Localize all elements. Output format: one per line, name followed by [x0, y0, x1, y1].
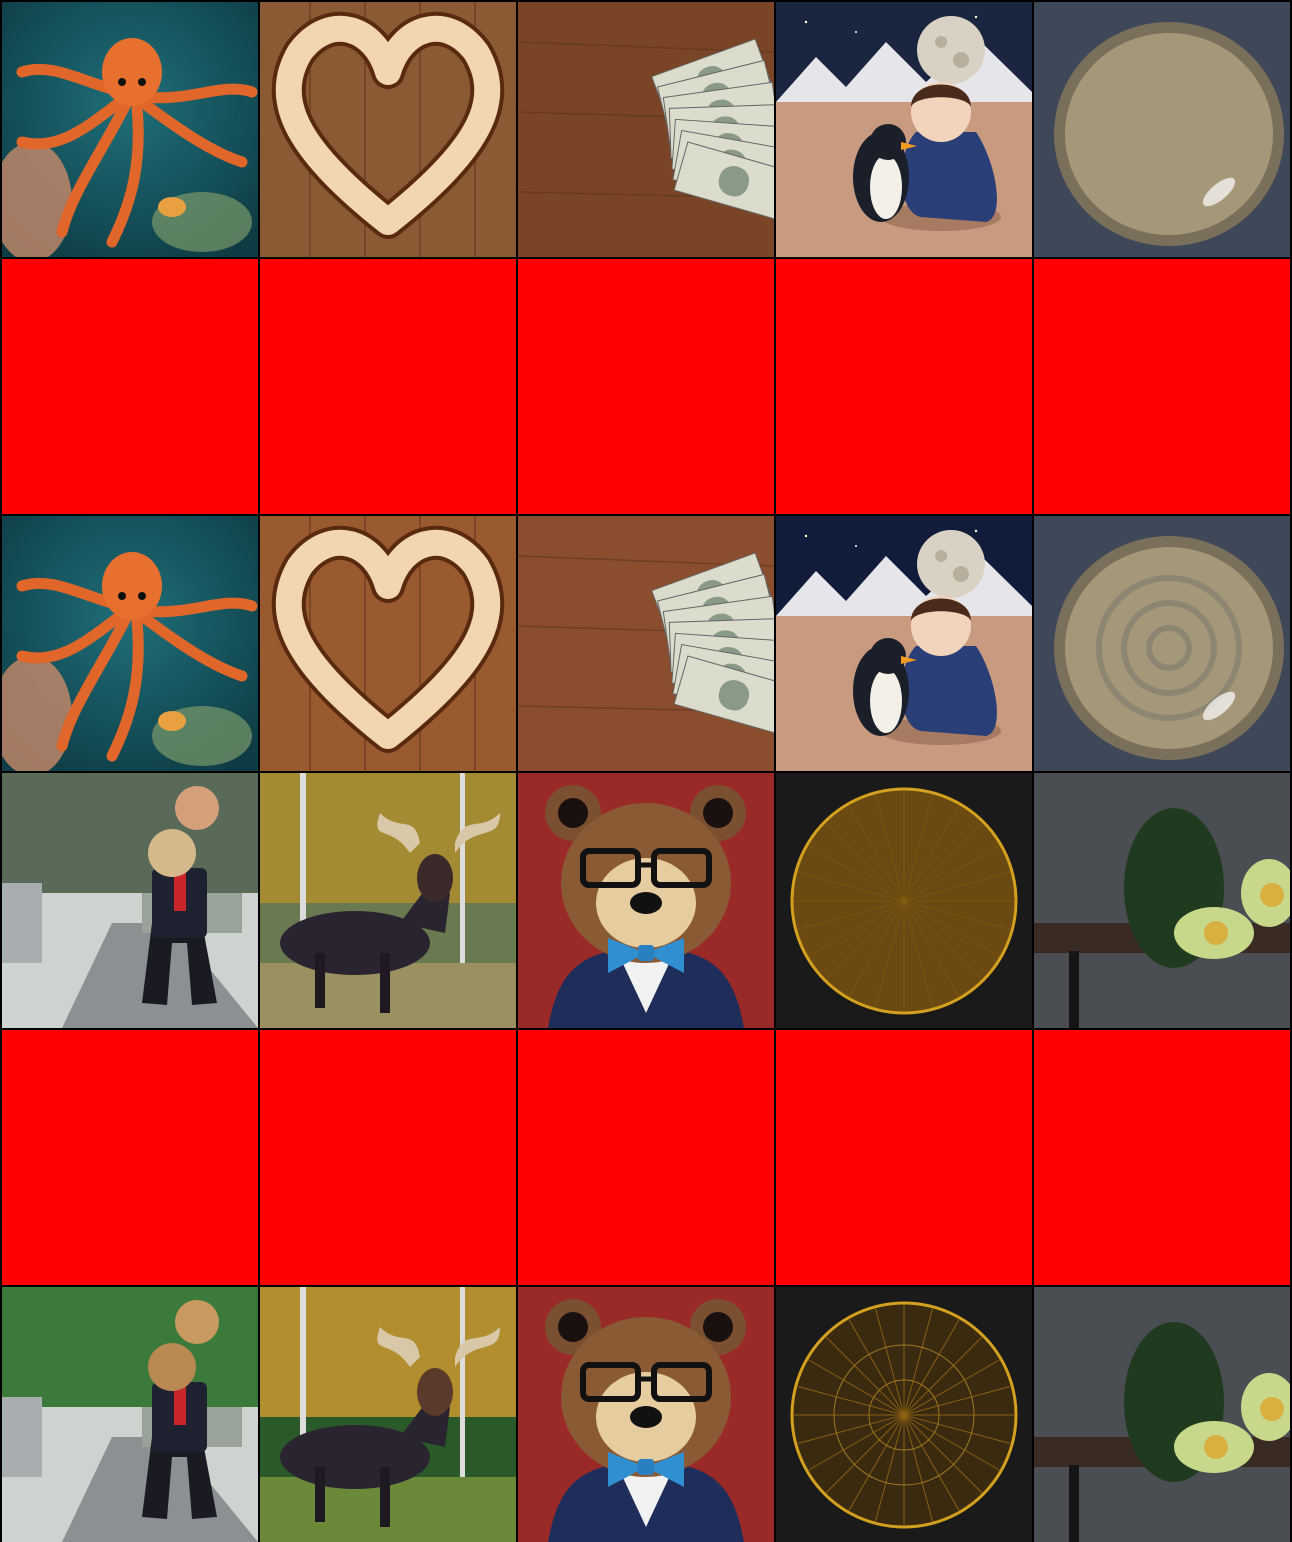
golden-circle-grid-image: [776, 773, 1032, 1028]
placeholder-tile: [1034, 259, 1290, 514]
child-with-penguin-moon-desert-image: [776, 2, 1032, 257]
wooden-heart-on-planks-image: [260, 2, 516, 257]
placeholder-tile: [776, 259, 1032, 514]
man-with-masks-on-street-image: [2, 773, 258, 1028]
golden-circle-grid-image: [776, 1287, 1032, 1542]
man-with-masks-on-street-image: [2, 1287, 258, 1542]
dollar-bills-on-table-image: [518, 516, 774, 771]
placeholder-tile: [2, 259, 258, 514]
child-with-penguin-moon-desert-image: [776, 516, 1032, 771]
octopus-coral-reef-image: [2, 516, 258, 771]
bear-with-glasses-bowtie-image: [518, 1287, 774, 1542]
avocados-on-table-image: [1034, 1287, 1290, 1542]
octopus-coral-reef-image: [2, 2, 258, 257]
wooden-heart-on-planks-image: [260, 516, 516, 771]
placeholder-tile: [260, 1030, 516, 1285]
placeholder-tile: [1034, 1030, 1290, 1285]
dollar-bills-on-table-image: [518, 2, 774, 257]
moose-in-autumn-forest-image: [260, 773, 516, 1028]
placeholder-tile: [518, 1030, 774, 1285]
moose-in-autumn-forest-image: [260, 1287, 516, 1542]
ceramic-bowl-image: [1034, 516, 1290, 771]
placeholder-tile: [2, 1030, 258, 1285]
ceramic-bowl-image: [1034, 2, 1290, 257]
image-grid: [0, 0, 1292, 1542]
placeholder-tile: [518, 259, 774, 514]
placeholder-tile: [776, 1030, 1032, 1285]
avocados-on-table-image: [1034, 773, 1290, 1028]
placeholder-tile: [260, 259, 516, 514]
bear-with-glasses-bowtie-image: [518, 773, 774, 1028]
